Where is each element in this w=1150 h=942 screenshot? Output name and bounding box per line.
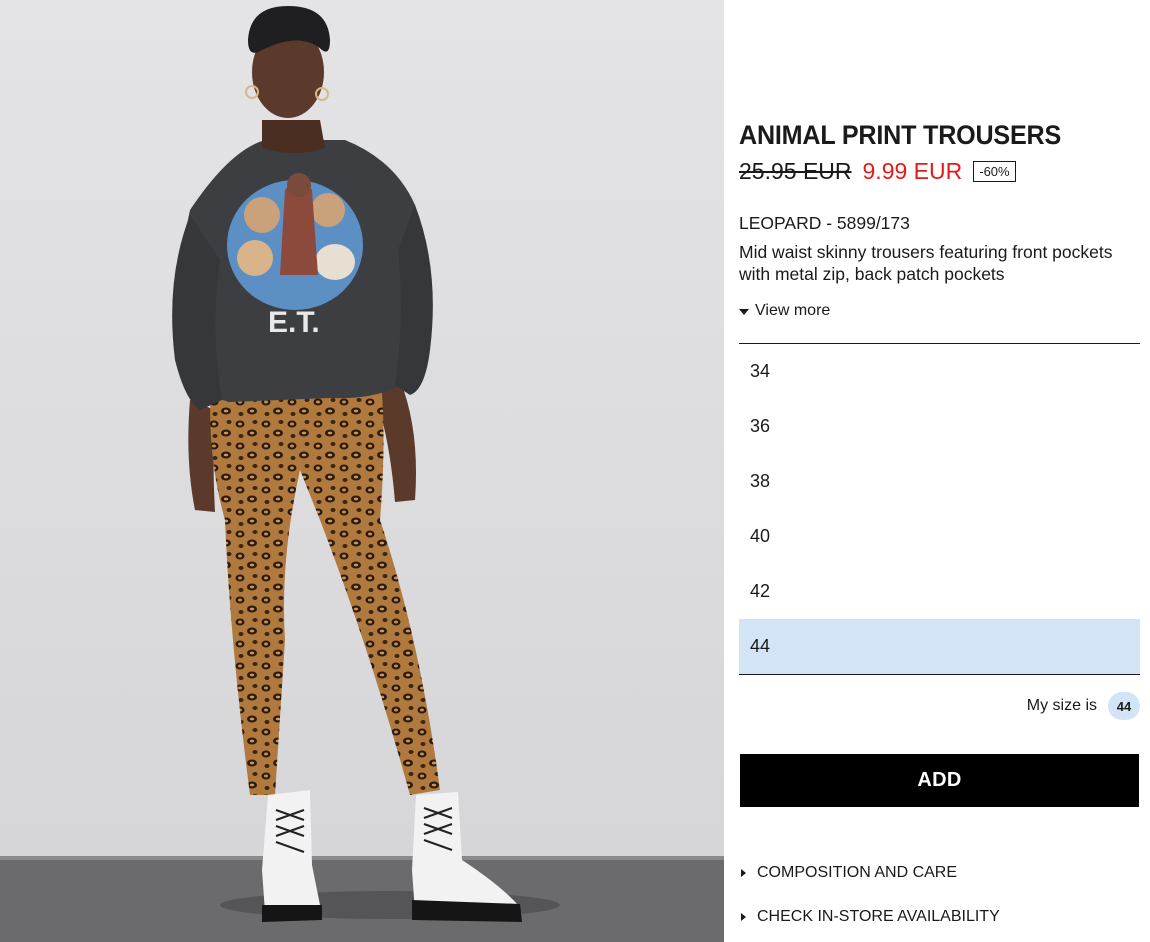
composition-and-care-link[interactable]: COMPOSITION AND CARE: [739, 864, 957, 882]
size-label: 40: [750, 526, 771, 546]
add-to-cart-button[interactable]: ADD: [740, 754, 1139, 807]
sale-price: 9.99 EUR: [862, 158, 963, 184]
store-availability-label: CHECK IN-STORE AVAILABILITY: [757, 908, 1000, 925]
size-label: 42: [750, 581, 771, 601]
product-photo-illustration: E.T.: [0, 0, 724, 942]
svg-text:E.T.: E.T.: [268, 306, 320, 339]
check-store-availability-link[interactable]: CHECK IN-STORE AVAILABILITY: [739, 908, 1000, 926]
composition-label: COMPOSITION AND CARE: [757, 864, 958, 881]
size-label: 38: [750, 471, 771, 491]
my-size-badge[interactable]: 44: [1108, 692, 1140, 720]
caret-right-icon: [741, 869, 746, 877]
size-option-38[interactable]: 38: [739, 454, 1140, 509]
size-option-34[interactable]: 34: [739, 344, 1140, 399]
size-label: 34: [750, 361, 771, 381]
size-option-36[interactable]: 36: [739, 399, 1140, 454]
caret-right-icon: [741, 913, 746, 921]
product-title: ANIMAL PRINT TROUSERS: [739, 120, 1062, 150]
view-more-label: View more: [755, 302, 831, 319]
discount-badge: -60%: [973, 161, 1016, 182]
view-more-link[interactable]: View more: [739, 302, 830, 320]
size-selector: 34 36 38 40 42 44: [739, 343, 1140, 675]
caret-down-icon: [739, 308, 749, 315]
product-page: E.T. ANIMAL PRINT TROUSERS 25.95 EUR 9.9…: [0, 0, 1150, 942]
size-option-42[interactable]: 42: [739, 564, 1140, 619]
size-option-40[interactable]: 40: [739, 509, 1140, 564]
color-reference: LEOPARD - 5899/173: [739, 213, 910, 233]
product-image[interactable]: E.T.: [0, 0, 724, 942]
product-description: Mid waist skinny trousers featuring fron…: [739, 242, 1113, 284]
size-label: 36: [750, 416, 771, 436]
size-option-44[interactable]: 44: [739, 619, 1140, 674]
original-price: 25.95 EUR: [739, 158, 852, 184]
my-size-label: My size is: [1026, 697, 1097, 714]
size-label: 44: [750, 636, 771, 656]
my-size-indicator: My size is 44: [1027, 692, 1140, 720]
product-info-panel: ANIMAL PRINT TROUSERS 25.95 EUR 9.99 EUR…: [739, 0, 1140, 942]
price-row: 25.95 EUR 9.99 EUR -60%: [739, 158, 1016, 185]
